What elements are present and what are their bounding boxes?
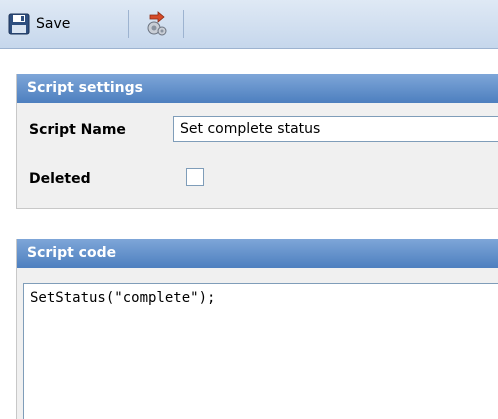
script-settings-header: Script settings <box>17 74 498 103</box>
toolbar: Save <box>0 0 498 49</box>
deleted-label: Deleted <box>29 171 91 187</box>
script-settings-panel: Script settings Script Name Deleted <box>16 74 498 209</box>
script-name-label: Script Name <box>29 122 126 138</box>
script-code-header: Script code <box>17 239 498 268</box>
save-button[interactable]: Save <box>8 10 124 38</box>
toolbar-separator <box>183 10 184 38</box>
save-label: Save <box>36 16 71 32</box>
restore-button[interactable] <box>138 10 176 38</box>
toolbar-separator <box>128 10 129 38</box>
script-code-panel: Script code SetStatus("complete"); <box>16 239 498 419</box>
floppy-disk-icon <box>8 13 30 35</box>
restore-arrow-icon <box>144 11 170 37</box>
deleted-checkbox[interactable] <box>186 168 204 186</box>
script-name-input[interactable] <box>173 116 498 142</box>
script-code-editor[interactable]: SetStatus("complete"); <box>23 283 498 419</box>
